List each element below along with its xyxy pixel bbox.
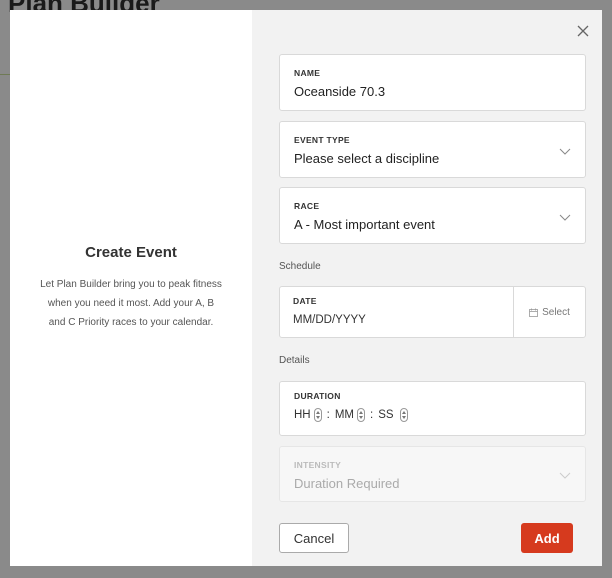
intro-title: Create Event [85, 244, 177, 261]
calendar-icon [529, 308, 538, 317]
intro-pane: Create Event Let Plan Builder bring you … [10, 10, 252, 566]
race-label: RACE [294, 201, 320, 211]
add-button[interactable]: Add [521, 523, 573, 553]
date-input[interactable]: MM/DD/YYYY [293, 314, 500, 326]
details-section-label: Details [279, 355, 310, 366]
duration-inputs: HH : MM : SS [294, 408, 571, 422]
date-select-label: Select [542, 306, 570, 318]
chevron-down-icon [559, 148, 571, 155]
duration-separator: : [326, 409, 330, 421]
event-type-label: EVENT TYPE [294, 135, 350, 145]
close-icon[interactable] [576, 24, 590, 38]
chevron-down-icon [559, 472, 571, 479]
race-value: A - Most important event [294, 217, 435, 232]
race-priority-select[interactable]: RACE A - Most important event [279, 187, 586, 244]
schedule-section-label: Schedule [279, 261, 321, 272]
duration-label: DURATION [294, 391, 341, 401]
name-input[interactable]: Oceanside 70.3 [294, 84, 571, 99]
date-input-area[interactable]: DATE MM/DD/YYYY [280, 287, 513, 337]
duration-field: DURATION HH : MM : SS [279, 381, 586, 436]
intensity-select: INTENSITY Duration Required [279, 446, 586, 502]
date-label: DATE [293, 296, 317, 306]
intensity-label: INTENSITY [294, 460, 342, 470]
name-field[interactable]: NAME Oceanside 70.3 [279, 54, 586, 111]
hours-input[interactable]: HH [294, 409, 311, 421]
name-label: NAME [294, 68, 321, 78]
chevron-down-icon [559, 214, 571, 221]
event-type-value: Please select a discipline [294, 151, 440, 166]
minutes-input[interactable]: MM [335, 409, 354, 421]
form-pane: NAME Oceanside 70.3 EVENT TYPE Please se… [252, 10, 602, 566]
seconds-stepper[interactable] [399, 408, 408, 422]
date-field: DATE MM/DD/YYYY Select [279, 286, 586, 338]
create-event-modal: Create Event Let Plan Builder bring you … [10, 10, 602, 566]
hours-stepper[interactable] [313, 408, 322, 422]
event-type-select[interactable]: EVENT TYPE Please select a discipline [279, 121, 586, 178]
seconds-input[interactable]: SS [378, 409, 393, 421]
minutes-stepper[interactable] [357, 408, 365, 422]
duration-separator: : [370, 409, 374, 421]
cancel-button[interactable]: Cancel [279, 523, 349, 553]
intensity-value: Duration Required [294, 476, 400, 491]
date-select-button[interactable]: Select [513, 287, 585, 337]
intro-text: Let Plan Builder bring you to peak fitne… [40, 279, 222, 328]
